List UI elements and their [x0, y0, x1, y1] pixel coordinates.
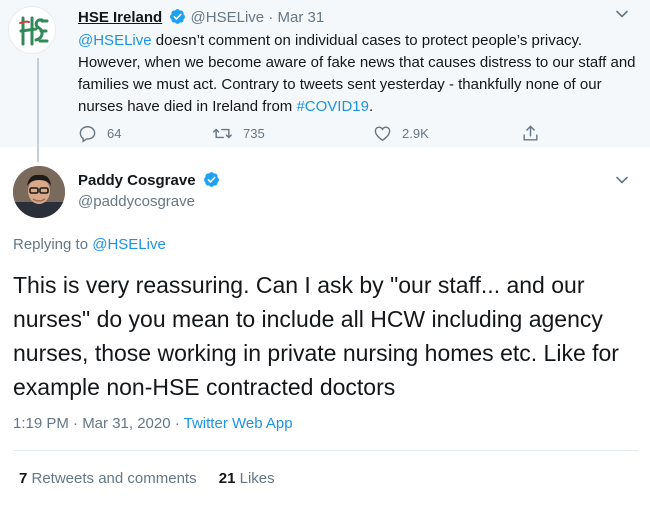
retweets-label: Retweets and comments	[27, 470, 197, 487]
tweet-text: This is very reassuring. Can I ask by "o…	[13, 272, 619, 400]
tweet-meta: 1:19 PM · Mar 31, 2020 · Twitter Web App	[13, 415, 293, 432]
parent-tweet[interactable]: HSE Ireland @HSELive · Mar 31 @HSELive d…	[0, 0, 650, 162]
like-action[interactable]: 2.9K	[373, 124, 429, 143]
share-icon	[523, 125, 538, 141]
thread-line	[37, 58, 39, 162]
share-action[interactable]	[521, 124, 540, 143]
likes-stat[interactable]: 21 Likes	[219, 470, 275, 487]
hashtag-link[interactable]: #COVID19	[296, 98, 369, 115]
retweet-icon	[213, 128, 232, 139]
author-name[interactable]: Paddy Cosgrave	[78, 172, 196, 189]
tweet-actions: 64 735 2.9K	[78, 124, 548, 144]
hse-logo-avatar[interactable]	[8, 6, 56, 54]
verified-badge-icon	[203, 172, 219, 187]
more-options-chevron-icon[interactable]	[614, 172, 630, 193]
reply-action[interactable]: 64	[78, 124, 121, 143]
retweet-action[interactable]: 735	[212, 124, 265, 143]
reply-count: 64	[107, 126, 122, 141]
like-count: 2.9K	[402, 126, 429, 141]
hse-logo-icon	[19, 16, 49, 46]
replying-prefix: Replying to	[13, 236, 93, 253]
parent-tweet-header: HSE Ireland @HSELive · Mar 31	[78, 8, 324, 26]
like-icon	[374, 126, 391, 142]
verified-badge-icon	[170, 9, 186, 24]
tweet-timestamp[interactable]: 1:19 PM · Mar 31, 2020 ·	[13, 415, 184, 432]
profile-photo-image	[13, 166, 65, 218]
separator-dot: ·	[268, 9, 274, 26]
divider	[13, 450, 638, 451]
parent-author-handle[interactable]: @HSELive	[191, 9, 265, 26]
mention-link[interactable]: @HSELive	[78, 32, 152, 49]
author-name-row: Paddy Cosgrave	[78, 171, 220, 189]
tweet-source-link[interactable]: Twitter Web App	[184, 415, 293, 432]
likes-count: 21	[218, 470, 236, 487]
paddy-avatar[interactable]	[13, 166, 65, 218]
likes-label: Likes	[235, 470, 275, 487]
retweets-stat[interactable]: 7 Retweets and comments	[19, 470, 197, 487]
retweet-count: 735	[243, 126, 265, 141]
tweet-body-end: .	[369, 98, 374, 115]
author-handle[interactable]: @paddycosgrave	[78, 193, 195, 210]
tweet-stats: 7 Retweets and comments 21 Likes	[19, 470, 275, 487]
more-options-chevron-icon[interactable]	[614, 6, 630, 27]
replying-to: Replying to @HSELive	[13, 236, 166, 253]
parent-author-name[interactable]: HSE Ireland	[78, 9, 162, 26]
reply-icon	[79, 126, 96, 143]
parent-tweet-text: @HSELive doesn’t comment on individual c…	[78, 30, 638, 118]
replying-to-link[interactable]: @HSELive	[92, 236, 166, 253]
parent-tweet-date[interactable]: Mar 31	[277, 9, 324, 26]
